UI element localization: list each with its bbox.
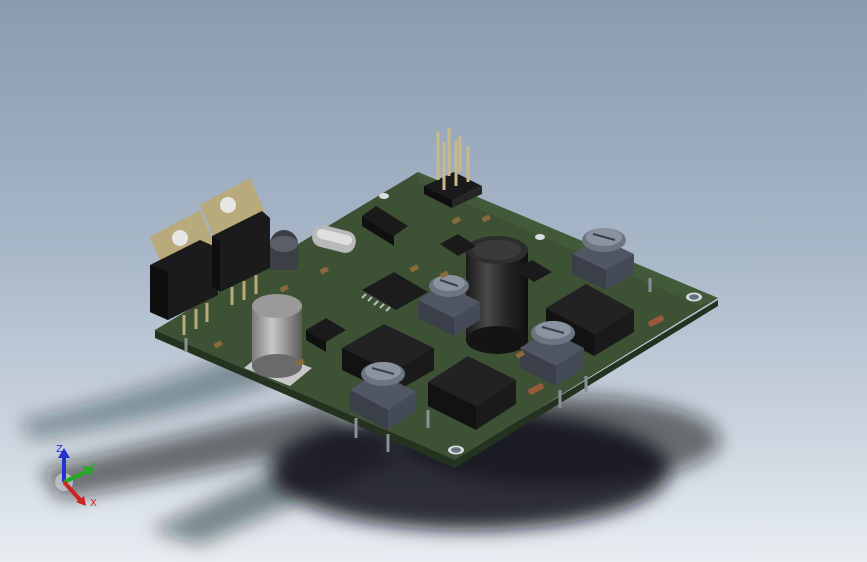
coordinate-triad: Z Y X — [55, 444, 97, 509]
pin-header — [424, 128, 482, 208]
transistor — [270, 230, 298, 270]
x-axis-label: X — [90, 498, 97, 509]
z-axis-label: Z — [56, 444, 63, 455]
y-axis-label: Y — [89, 462, 97, 473]
x-axis-line — [62, 480, 84, 504]
model-scene[interactable] — [0, 0, 867, 562]
graphics-viewport[interactable]: Z Y X — [0, 0, 867, 562]
electrolytic-capacitor — [466, 236, 528, 354]
